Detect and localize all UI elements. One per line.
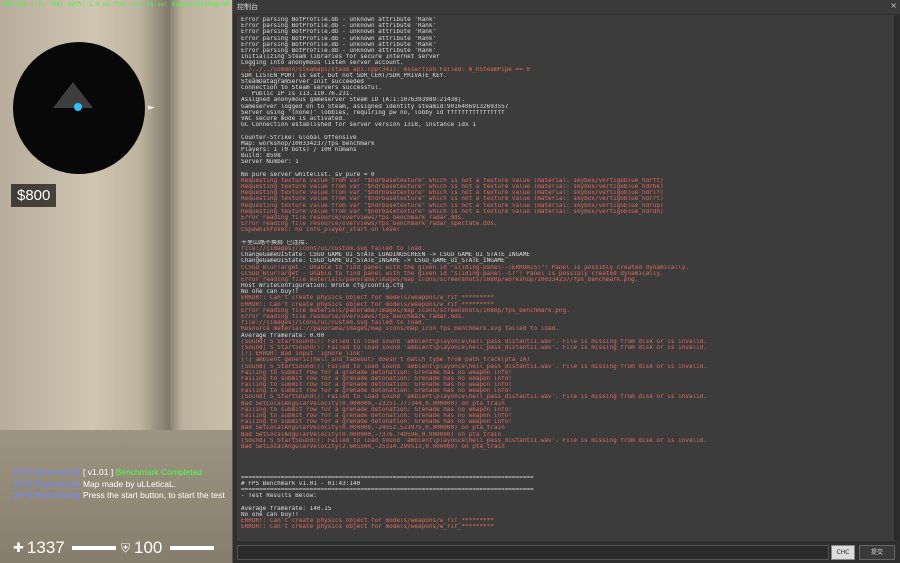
console-line: ERROR!: Can't create physics object for … [241, 524, 494, 531]
console-window: 控制台 × Error parsing BotProfile.db - unkn… [232, 0, 900, 563]
console-input-row: CHC 提交 [233, 543, 900, 563]
health-bar [71, 546, 116, 550]
console-command-input[interactable] [237, 545, 829, 560]
chat-version: [ v1.01 ] [80, 467, 114, 477]
console-output: Error parsing BotProfile.db - unknown at… [237, 15, 895, 541]
submit-button[interactable]: 提交 [859, 545, 895, 560]
chat-tag: [FPS Benchmark] [14, 490, 81, 500]
chat-text: Map made by uLLeticaL. [80, 478, 177, 489]
debug-overlay-text: 185 fps ( 8, 744) smth: 5.4 ms frm: 4.6 … [2, 1, 230, 8]
console-titlebar[interactable]: 控制台 × [233, 0, 900, 14]
chat-tag: [FPS Benchmark] [14, 467, 81, 477]
money-counter: $800 [11, 184, 57, 207]
console-scrollbar[interactable] [894, 16, 899, 540]
radar-direction-arrow-icon: ► [148, 103, 155, 113]
armor-display: ⛨ 100 [121, 538, 215, 558]
chat-line: [FPS Benchmark] Press the start button, … [14, 490, 225, 502]
health-display: ✚ 1337 [13, 538, 116, 558]
chat-line: [FPS Benchmark] Map made by uLLeticaL. [14, 479, 225, 491]
chat-text: Benchmark Completed [113, 467, 203, 477]
health-cross-icon: ✚ [13, 540, 24, 555]
console-title: 控制台 [237, 3, 258, 11]
close-icon[interactable]: × [890, 1, 897, 10]
chat-tag: [FPS Benchmark] [14, 478, 81, 489]
chat-line: [FPS Benchmark] [ v1.01 ] Benchmark Comp… [14, 467, 225, 479]
player-marker-icon [74, 103, 82, 111]
radar-minimap [13, 42, 145, 174]
chat-text: Press the start button, to start the tes… [80, 490, 225, 500]
armor-bar [170, 546, 215, 550]
chat-feed: [FPS Benchmark] [ v1.01 ] Benchmark Comp… [14, 467, 225, 502]
health-value: 1337 [26, 538, 65, 557]
armor-shield-icon: ⛨ [121, 540, 131, 555]
armor-value: 100 [134, 538, 163, 557]
hud-bottom-bar: ✚ 1337 ⛨ 100 [0, 535, 232, 563]
autocomplete-button[interactable]: CHC [831, 545, 855, 560]
view-cone [53, 82, 93, 108]
game-viewport: 185 fps ( 8, 744) smth: 5.4 ms frm: 4.6 … [0, 0, 232, 563]
console-lines: Error parsing BotProfile.db - unknown at… [237, 15, 895, 531]
